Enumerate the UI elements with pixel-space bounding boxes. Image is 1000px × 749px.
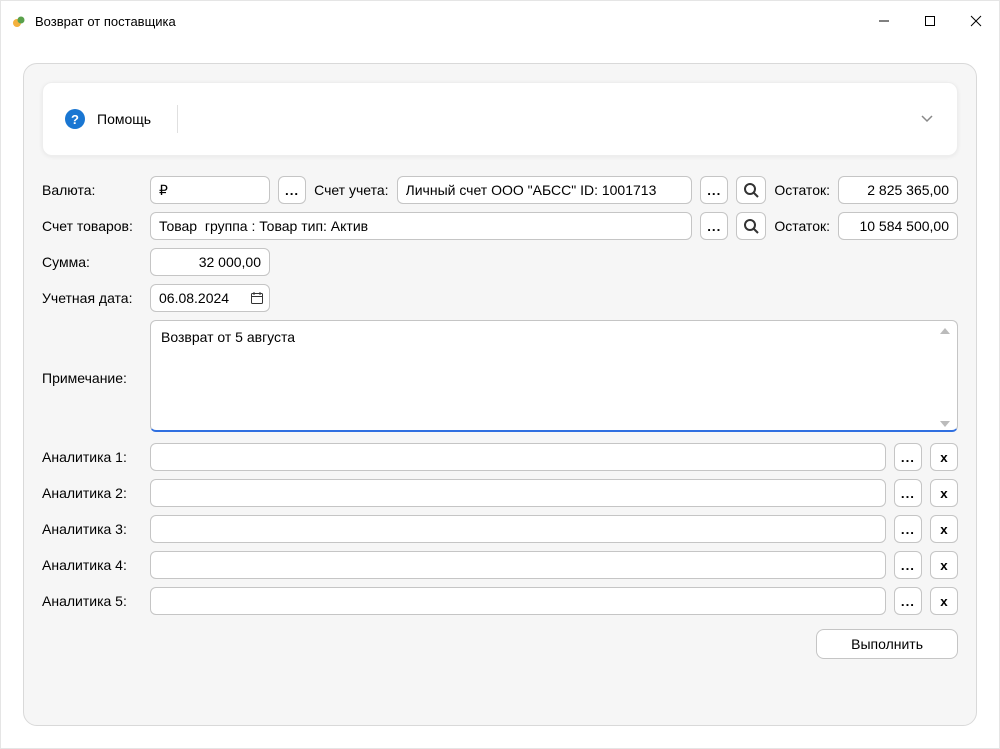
analytics4-browse-button[interactable]: ... [894,551,922,579]
analytics1-clear-button[interactable]: х [930,443,958,471]
maximize-button[interactable] [907,5,953,37]
label-account: Счет учета: [314,182,388,198]
balance2-output [838,212,958,240]
account-search-button[interactable] [736,176,766,204]
x-icon: х [940,450,947,465]
analytics5-input[interactable] [150,587,886,615]
analytics1-browse-button[interactable]: ... [894,443,922,471]
ellipsis-icon: ... [901,594,915,609]
scroll-up-icon[interactable] [940,328,950,334]
analytics3-input[interactable] [150,515,886,543]
goods-browse-button[interactable]: ... [700,212,728,240]
close-button[interactable] [953,5,999,37]
analytics2-browse-button[interactable]: ... [894,479,922,507]
calendar-icon[interactable] [250,291,264,305]
row-analytics-5: Аналитика 5: ... х [42,587,958,615]
scroll-down-icon[interactable] [940,421,950,427]
goods-account-input[interactable] [150,212,692,240]
row-currency-account: Валюта: ... Счет учета: ... Остаток: [42,176,958,204]
currency-browse-button[interactable]: ... [278,176,306,204]
ellipsis-icon: ... [707,219,721,234]
ellipsis-icon: ... [901,450,915,465]
analytics2-input[interactable] [150,479,886,507]
row-analytics-2: Аналитика 2: ... х [42,479,958,507]
client-area: ? Помощь Валюта: ... Счет учета: ... [1,41,999,748]
label-acc-date: Учетная дата: [42,290,142,306]
analytics3-browse-button[interactable]: ... [894,515,922,543]
help-label: Помощь [97,111,151,127]
analytics4-clear-button[interactable]: х [930,551,958,579]
label-goods-account: Счет товаров: [42,218,142,234]
form: Валюта: ... Счет учета: ... Остаток: Сче… [42,176,958,659]
sum-input[interactable] [150,248,270,276]
ellipsis-icon: ... [901,522,915,537]
ellipsis-icon: ... [707,183,721,198]
goods-search-button[interactable] [736,212,766,240]
execute-row: Выполнить [42,629,958,659]
label-note: Примечание: [42,370,142,386]
chevron-down-icon [919,110,935,129]
app-window: Возврат от поставщика ? Помощь [0,0,1000,749]
row-analytics-4: Аналитика 4: ... х [42,551,958,579]
label-currency: Валюта: [42,182,142,198]
main-panel: ? Помощь Валюта: ... Счет учета: ... [23,63,977,726]
analytics5-browse-button[interactable]: ... [894,587,922,615]
label-analytics4: Аналитика 4: [42,557,142,573]
search-icon [743,218,759,234]
date-wrap [150,284,270,312]
analytics5-clear-button[interactable]: х [930,587,958,615]
note-wrap [150,320,958,435]
label-analytics5: Аналитика 5: [42,593,142,609]
analytics2-clear-button[interactable]: х [930,479,958,507]
help-icon: ? [65,109,85,129]
analytics1-input[interactable] [150,443,886,471]
ellipsis-icon: ... [901,486,915,501]
titlebar: Возврат от поставщика [1,1,999,41]
app-icon [11,13,27,29]
ellipsis-icon: ... [901,558,915,573]
execute-button[interactable]: Выполнить [816,629,958,659]
x-icon: х [940,486,947,501]
x-icon: х [940,558,947,573]
analytics4-input[interactable] [150,551,886,579]
currency-input[interactable] [150,176,270,204]
x-icon: х [940,594,947,609]
note-textarea[interactable] [150,320,958,432]
label-analytics2: Аналитика 2: [42,485,142,501]
search-icon [743,182,759,198]
ellipsis-icon: ... [285,183,299,198]
label-balance2: Остаток: [774,218,830,234]
help-card[interactable]: ? Помощь [42,82,958,156]
x-icon: х [940,522,947,537]
label-sum: Сумма: [42,254,142,270]
row-analytics-3: Аналитика 3: ... х [42,515,958,543]
label-balance1: Остаток: [774,182,830,198]
help-left: ? Помощь [65,105,178,133]
title-left: Возврат от поставщика [11,13,176,29]
account-input[interactable] [397,176,693,204]
help-divider [177,105,178,133]
minimize-button[interactable] [861,5,907,37]
row-analytics-1: Аналитика 1: ... х [42,443,958,471]
analytics3-clear-button[interactable]: х [930,515,958,543]
account-browse-button[interactable]: ... [700,176,728,204]
window-controls [861,5,999,37]
balance1-output [838,176,958,204]
label-analytics1: Аналитика 1: [42,449,142,465]
row-goods-account: Счет товаров: ... Остаток: [42,212,958,240]
window-title: Возврат от поставщика [35,14,176,29]
row-sum: Сумма: [42,248,958,276]
row-acc-date: Учетная дата: [42,284,958,312]
row-note: Примечание: [42,320,958,435]
label-analytics3: Аналитика 3: [42,521,142,537]
